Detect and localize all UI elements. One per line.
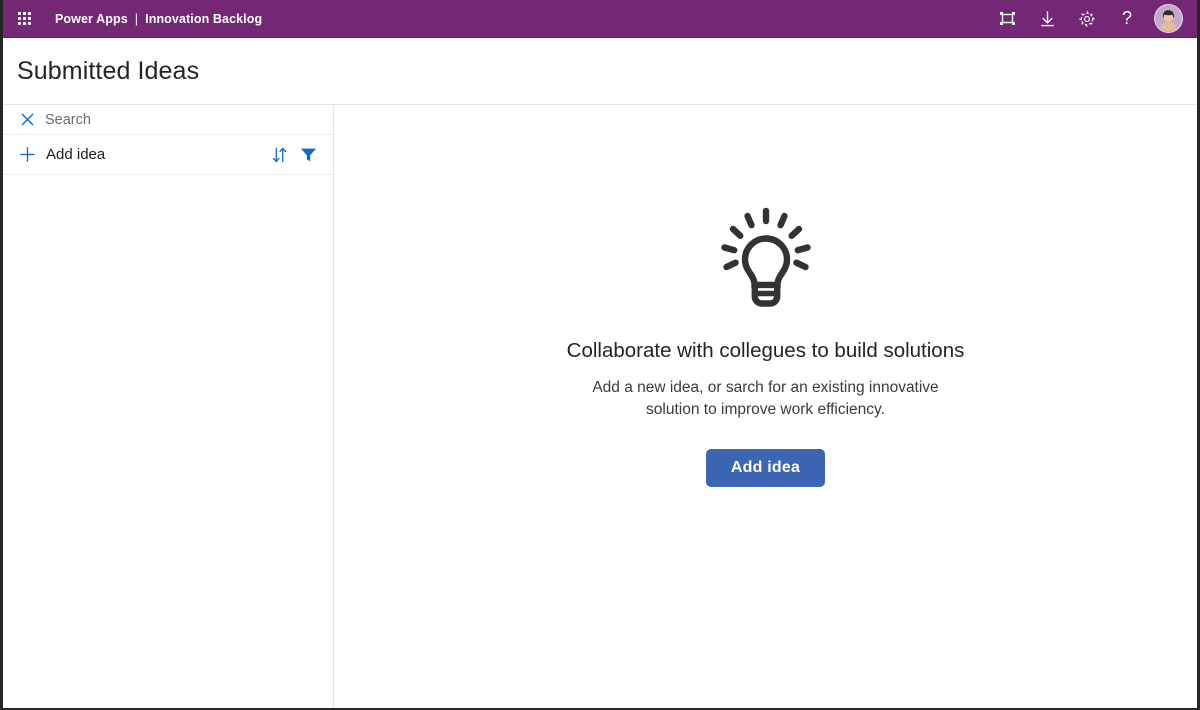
help-icon[interactable]: ? [1114,6,1140,32]
page-header: Submitted Ideas [3,38,1197,104]
product-name[interactable]: Power Apps [55,12,128,26]
app-name[interactable]: Innovation Backlog [145,12,262,26]
app-launcher-grid [17,12,31,25]
close-icon[interactable] [20,113,34,127]
fit-to-screen-icon[interactable] [994,6,1020,32]
page-body: Search Add idea Collaborate with collegu… [3,104,1197,708]
empty-state-subtitle: Add a new idea, or sarch for an existing… [592,379,939,419]
gear-icon[interactable] [1074,6,1100,32]
avatar-image [1155,5,1182,32]
brand: Power Apps | Innovation Backlog [55,12,262,26]
brand-separator: | [134,11,139,26]
empty-state-title: Collaborate with collegues to build solu… [566,339,965,362]
avatar[interactable] [1154,4,1183,33]
download-icon[interactable] [1034,6,1060,32]
filter-icon[interactable] [297,144,319,166]
add-idea-label[interactable]: Add idea [46,146,105,163]
ideas-list[interactable] [3,175,333,708]
lightbulb-icon [711,203,821,313]
ideas-sidebar: Search Add idea [3,104,334,708]
help-glyph: ? [1121,7,1132,28]
search-row[interactable]: Search [3,105,333,135]
topbar-icon-group: ? [994,4,1187,33]
add-idea-button[interactable]: Add idea [705,448,826,487]
main-content: Collaborate with collegues to build solu… [334,104,1197,708]
search-input[interactable]: Search [45,112,91,128]
page-title: Submitted Ideas [17,56,200,85]
sort-icon[interactable] [268,144,290,166]
top-navigation-bar: Power Apps | Innovation Backlog ? [3,0,1197,38]
app-window: Power Apps | Innovation Backlog ? Submit… [0,0,1200,710]
plus-icon[interactable] [19,147,35,163]
app-launcher-icon[interactable] [11,6,37,32]
add-idea-row: Add idea [3,135,333,175]
